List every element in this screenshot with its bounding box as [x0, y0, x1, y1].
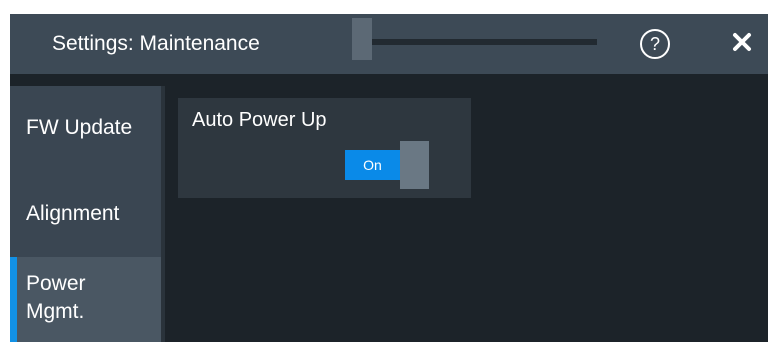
sidebar: FW Update Alignment Power Mgmt.	[10, 86, 161, 342]
auto-power-up-label: Auto Power Up	[192, 109, 327, 131]
sidebar-item-fw-update[interactable]: FW Update	[10, 114, 161, 142]
dialog-titlebar: Settings: Maintenance ?	[10, 14, 768, 74]
sidebar-item-label: Power Mgmt.	[26, 272, 86, 323]
help-icon[interactable]: ?	[640, 29, 670, 59]
toggle-knob[interactable]	[400, 141, 429, 189]
auto-power-up-panel: Auto Power Up On	[178, 98, 471, 198]
close-icon[interactable]	[728, 28, 756, 56]
active-indicator	[10, 257, 17, 342]
settings-dialog: Settings: Maintenance ? FW Update Alignm…	[10, 14, 768, 342]
sidebar-item-power-mgmt[interactable]: Power Mgmt.	[10, 257, 161, 342]
toggle-state-label: On	[345, 150, 400, 180]
auto-power-up-toggle[interactable]: On	[345, 141, 429, 189]
sidebar-divider	[161, 86, 165, 342]
sidebar-item-alignment[interactable]: Alignment	[10, 200, 161, 228]
transparency-slider-thumb[interactable]	[352, 18, 372, 60]
dialog-title: Settings: Maintenance	[52, 32, 260, 55]
sidebar-item-label: FW Update	[26, 116, 133, 139]
sidebar-item-label: Alignment	[26, 202, 120, 225]
transparency-slider-track[interactable]	[372, 39, 597, 45]
